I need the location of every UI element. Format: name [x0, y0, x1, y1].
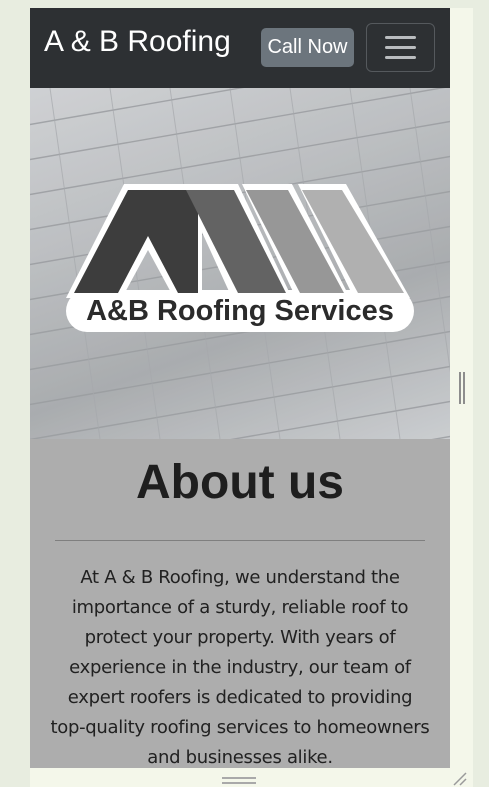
company-logo: A&B Roofing Services: [66, 184, 414, 332]
site-viewport: A & B Roofing Call Now A&B Roofing Servi…: [30, 8, 450, 768]
about-title: About us: [136, 456, 344, 509]
brand-link[interactable]: A & B Roofing: [44, 24, 231, 60]
resize-corner-icon[interactable]: [452, 771, 468, 787]
divider: [55, 540, 425, 541]
menu-bar: [385, 56, 416, 59]
menu-bar: [385, 36, 416, 39]
menu-bar: [385, 46, 416, 49]
navbar: A & B Roofing Call Now: [30, 8, 450, 88]
about-section: About us At A & B Roofing, we understand…: [30, 439, 450, 768]
logo-text: A&B Roofing Services: [86, 295, 394, 327]
about-paragraph: At A & B Roofing, we understand the impo…: [50, 567, 430, 768]
hamburger-menu-icon[interactable]: [366, 23, 435, 72]
resize-handle-horizontal[interactable]: [222, 777, 256, 784]
call-now-button[interactable]: Call Now: [261, 28, 354, 67]
resize-handle-vertical[interactable]: [459, 372, 465, 404]
hero-banner: A&B Roofing Services: [30, 88, 450, 439]
